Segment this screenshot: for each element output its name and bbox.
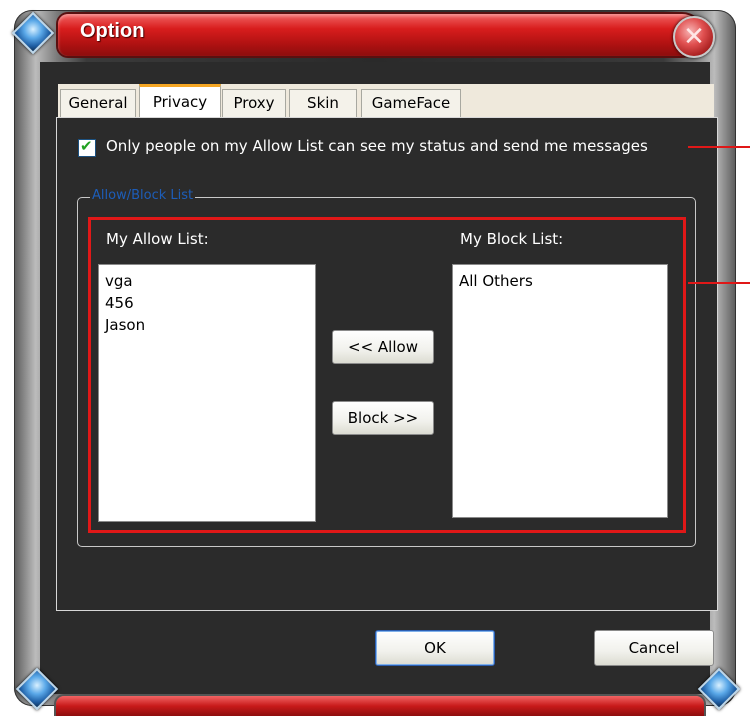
window-title: Option xyxy=(80,20,145,42)
allow-list-label: My Allow List: xyxy=(106,230,209,248)
only-allow-list-label[interactable]: Only people on my Allow List can see my … xyxy=(106,137,648,155)
ok-button[interactable]: OK xyxy=(375,630,495,666)
allow-button[interactable]: << Allow xyxy=(332,330,434,364)
block-button[interactable]: Block >> xyxy=(332,401,434,435)
tab-gameface[interactable]: GameFace xyxy=(361,89,461,118)
tab-privacy[interactable]: Privacy xyxy=(139,84,221,121)
title-bar[interactable] xyxy=(58,14,702,56)
allow-listbox[interactable]: vga 456 Jason xyxy=(98,264,316,522)
callout-line xyxy=(688,282,750,284)
list-item[interactable]: vga xyxy=(105,270,309,292)
tab-general[interactable]: General xyxy=(60,89,136,118)
cancel-button[interactable]: Cancel xyxy=(594,630,714,666)
list-item[interactable]: 456 xyxy=(105,292,309,314)
block-listbox[interactable]: All Others xyxy=(452,264,668,518)
checkmark-icon: ✔ xyxy=(80,137,93,155)
window-bottom-bar xyxy=(56,696,704,716)
callout-line xyxy=(688,146,750,148)
block-list-label: My Block List: xyxy=(460,230,564,248)
only-allow-list-checkbox[interactable]: ✔ xyxy=(78,137,96,157)
tab-proxy[interactable]: Proxy xyxy=(222,89,286,118)
list-item[interactable]: Jason xyxy=(105,314,309,336)
close-button[interactable]: ✕ xyxy=(673,16,715,58)
allow-block-group-title: Allow/Block List xyxy=(90,188,196,203)
close-icon: ✕ xyxy=(683,22,705,52)
list-item[interactable]: All Others xyxy=(459,270,661,292)
tab-skin[interactable]: Skin xyxy=(289,89,357,118)
